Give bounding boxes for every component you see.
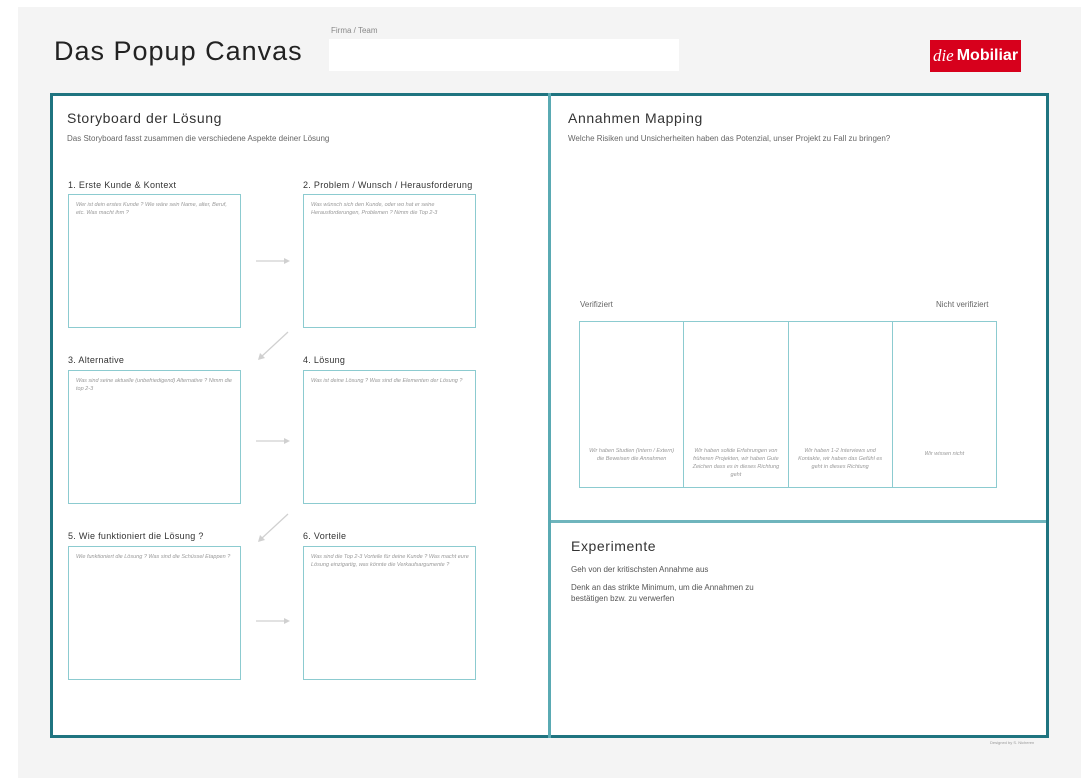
logo-mobiliar-text: Mobiliar bbox=[956, 47, 1019, 64]
step-2-box[interactable]: Was wünsch sich den Kunde, oder wo hat e… bbox=[303, 194, 476, 328]
step-5-hint: Wie funktioniert die Lösung ? Was sind d… bbox=[76, 554, 231, 560]
step-3-box[interactable]: Was sind seine aktuelle (unbefriedigend)… bbox=[68, 370, 241, 504]
annahmen-column-4[interactable]: Wir wissen nicht bbox=[893, 322, 996, 487]
step-4-box[interactable]: Was ist deine Lösung ? Was sind die Elem… bbox=[303, 370, 476, 504]
step-5-label: 5. Wie funktioniert die Lösung ? bbox=[68, 531, 204, 541]
storyboard-subtitle: Das Storyboard fasst zusammen die versch… bbox=[67, 134, 330, 143]
step-3-label: 3. Alternative bbox=[68, 355, 125, 365]
annahmen-grid: Wir haben Studien (Intern / Extern) die … bbox=[579, 321, 997, 488]
experimente-line-1: Geh von der kritischsten Annahme aus bbox=[571, 565, 709, 574]
arrow-diagonal-icon bbox=[258, 513, 289, 542]
arrow-diagonal-icon bbox=[258, 331, 289, 360]
step-2-label: 2. Problem / Wunsch / Herausforderung bbox=[303, 180, 473, 190]
verifiziert-label: Verifiziert bbox=[580, 300, 613, 309]
step-6-box[interactable]: Was sind die Top 2-3 Vorteile für deine … bbox=[303, 546, 476, 680]
logo-die-text: die bbox=[932, 46, 954, 65]
annahmen-column-3-text: Wir haben 1-2 Interviews und Kontakte, w… bbox=[798, 448, 883, 470]
storyboard-title: Storyboard der Lösung bbox=[67, 110, 223, 126]
annahmen-subtitle: Welche Risiken und Unsicherheiten haben … bbox=[568, 134, 891, 143]
step-4-hint: Was ist deine Lösung ? Was sind die Elem… bbox=[311, 378, 463, 384]
firma-team-input[interactable] bbox=[329, 39, 679, 71]
annahmen-column-1[interactable]: Wir haben Studien (Intern / Extern) die … bbox=[580, 322, 685, 487]
step-1-hint: Wer ist dein erstes Kunde ? Wie wäre sei… bbox=[76, 202, 227, 216]
mobiliar-logo: die Mobiliar bbox=[930, 40, 1021, 72]
step-6-hint: Was sind die Top 2-3 Vorteile für deine … bbox=[311, 554, 469, 568]
firma-team-label: Firma / Team bbox=[331, 26, 378, 35]
section-divider-vertical bbox=[548, 93, 551, 738]
step-6-label: 6. Vorteile bbox=[303, 531, 347, 541]
experimente-line-2: Denk an das strikte Minimum, um die Anna… bbox=[571, 583, 754, 603]
step-5-box[interactable]: Wie funktioniert die Lösung ? Was sind d… bbox=[68, 546, 241, 680]
step-1-label: 1. Erste Kunde & Kontext bbox=[68, 180, 177, 190]
experimente-title: Experimente bbox=[571, 538, 657, 554]
annahmen-column-2[interactable]: Wir haben solide Erfahrungen von frühere… bbox=[684, 322, 789, 487]
step-1-box[interactable]: Wer ist dein erstes Kunde ? Wie wäre sei… bbox=[68, 194, 241, 328]
arrow-right-icon bbox=[256, 618, 290, 624]
arrow-right-icon bbox=[256, 258, 290, 264]
annahmen-column-3[interactable]: Wir haben 1-2 Interviews und Kontakte, w… bbox=[789, 322, 893, 487]
step-2-hint: Was wünsch sich den Kunde, oder wo hat e… bbox=[311, 202, 438, 216]
section-divider-horizontal bbox=[551, 520, 1046, 523]
annahmen-column-2-text: Wir haben solide Erfahrungen von frühere… bbox=[692, 448, 780, 478]
annahmen-column-1-text: Wir haben Studien (Intern / Extern) die … bbox=[589, 448, 675, 462]
annahmen-column-4-text: Wir wissen nicht bbox=[924, 451, 965, 457]
step-4-label: 4. Lösung bbox=[303, 355, 346, 365]
page-title: Das Popup Canvas bbox=[54, 36, 303, 66]
step-3-hint: Was sind seine aktuelle (unbefriedigend)… bbox=[76, 378, 232, 392]
annahmen-title: Annahmen Mapping bbox=[568, 110, 703, 126]
designer-credit: Designed by S. Nicheren bbox=[990, 740, 1035, 745]
arrow-right-icon bbox=[256, 438, 290, 444]
nicht-verifiziert-label: Nicht verifiziert bbox=[936, 300, 989, 309]
